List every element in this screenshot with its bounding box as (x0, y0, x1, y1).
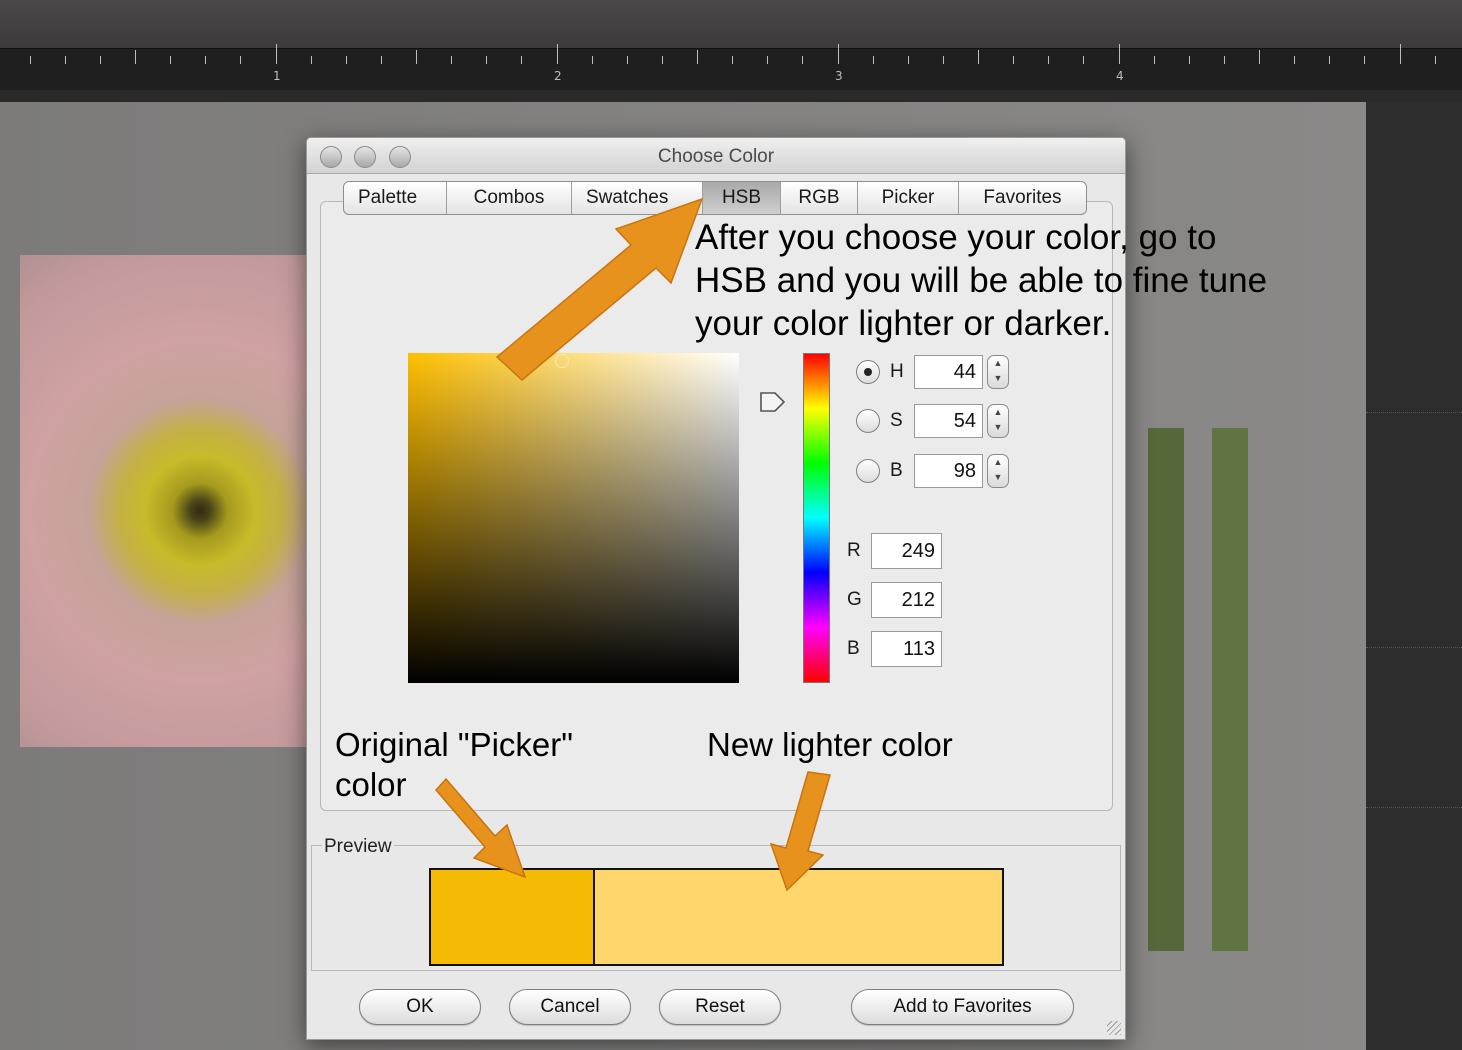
brightness-stepper[interactable]: ▲ ▼ (987, 454, 1009, 488)
green-bar-right[interactable] (1212, 428, 1248, 951)
tab-hsb[interactable]: HSB (703, 182, 781, 214)
blue-row: B 113 (847, 631, 942, 667)
red-input[interactable]: 249 (871, 533, 942, 569)
app-toolbar (0, 0, 1462, 48)
hue-slider-marker-icon[interactable] (759, 390, 787, 414)
red-row: R 249 (847, 533, 942, 569)
hue-stepper[interactable]: ▲ ▼ (987, 355, 1009, 389)
ruler-label-3: 3 (835, 69, 843, 83)
saturation-input[interactable]: 54 (914, 404, 983, 438)
hue-row: H 44 ▲ ▼ (856, 355, 1009, 389)
preview-group: Preview (311, 836, 1121, 971)
dialog-title: Choose Color (657, 146, 775, 167)
red-label: R (847, 540, 861, 561)
ruler-label-4: 4 (1116, 69, 1124, 83)
dialog-titlebar[interactable]: Choose Color (307, 138, 1125, 174)
tab-favorites[interactable]: Favorites (959, 182, 1086, 214)
ruler-gap (0, 90, 1462, 102)
tab-combos[interactable]: Combos (447, 182, 572, 214)
green-bar-left[interactable] (1148, 428, 1184, 951)
annotation-top-line-2: HSB and you will be able to fine tune (695, 261, 1268, 300)
reset-button[interactable]: Reset (659, 989, 781, 1025)
brightness-row: B 98 ▲ ▼ (856, 454, 1009, 488)
green-input[interactable]: 212 (871, 582, 942, 618)
new-color-swatch (593, 868, 1004, 966)
tab-palette[interactable]: Palette (344, 182, 447, 214)
right-panel (1366, 102, 1462, 1050)
brightness-label: B (890, 460, 903, 481)
saturation-radio[interactable] (856, 409, 880, 433)
annotation-original-line-1: Original "Picker" (335, 726, 573, 763)
brightness-radio[interactable] (856, 459, 880, 483)
annotation-original-line-2: color (335, 766, 407, 803)
hue-radio[interactable] (856, 360, 880, 384)
blue-label: B (847, 638, 860, 659)
green-label: G (847, 589, 862, 610)
original-color-swatch[interactable] (429, 868, 595, 966)
hue-input[interactable]: 44 (914, 355, 983, 389)
add-to-favorites-button[interactable]: Add to Favorites (851, 989, 1074, 1025)
brightness-input[interactable]: 98 (914, 454, 983, 488)
annotation-top-line-3: your color lighter or darker. (695, 304, 1112, 343)
cancel-button[interactable]: Cancel (509, 989, 631, 1025)
tab-picker[interactable]: Picker (858, 182, 959, 214)
annotation-top-line-1: After you choose your color, go to (695, 218, 1217, 257)
hue-slider[interactable] (803, 353, 830, 683)
ruler-label-1: 1 (273, 69, 281, 83)
tab-swatches[interactable]: Swatches (572, 182, 703, 214)
saturation-stepper[interactable]: ▲ ▼ (987, 404, 1009, 438)
tab-rgb[interactable]: RGB (781, 182, 858, 214)
preview-label: Preview (322, 836, 394, 858)
blue-input[interactable]: 113 (871, 631, 942, 667)
saturation-brightness-field[interactable] (408, 353, 739, 683)
horizontal-ruler: 1 2 3 4 (0, 44, 1462, 90)
resize-grip-icon[interactable] (1107, 1021, 1121, 1035)
color-tab-bar: Palette Combos Swatches HSB RGB Picker F… (343, 181, 1087, 215)
saturation-label: S (890, 410, 903, 431)
field-cursor-icon[interactable] (555, 354, 569, 368)
ok-button[interactable]: OK (359, 989, 481, 1025)
saturation-row: S 54 ▲ ▼ (856, 404, 1009, 438)
ruler-label-2: 2 (554, 69, 562, 83)
poppy-flower-photo[interactable] (20, 255, 320, 747)
hue-label: H (890, 361, 904, 382)
green-row: G 212 (847, 582, 942, 618)
annotation-new-color: New lighter color (707, 726, 953, 763)
